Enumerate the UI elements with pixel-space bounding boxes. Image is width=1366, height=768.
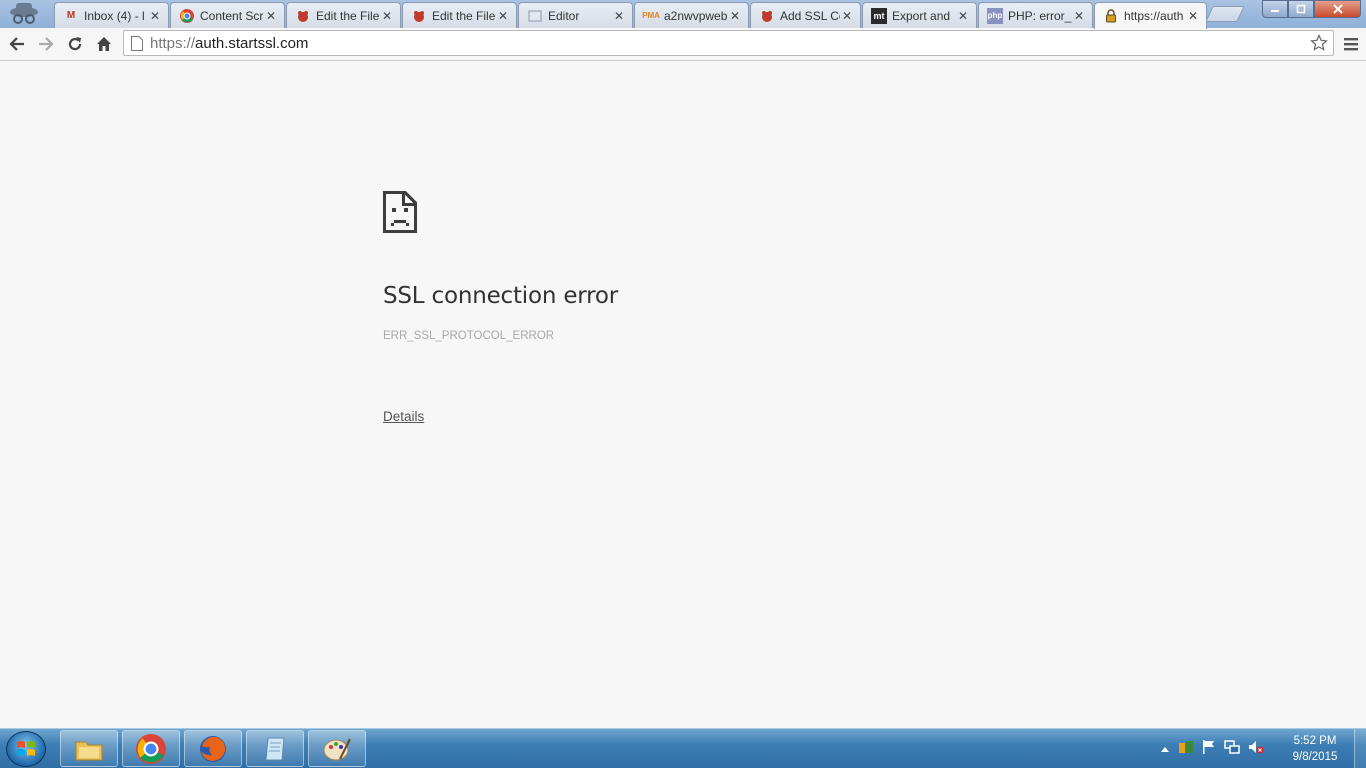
tab-strip: M Inbox (4) - l ✕ Content Scr ✕ Edit the… (0, 0, 1366, 29)
error-title: SSL connection error (383, 283, 619, 309)
tab-title: Inbox (4) - l (84, 8, 145, 23)
details-link[interactable]: Details (383, 409, 424, 424)
clock-time: 5:52 PM (1293, 735, 1337, 747)
notepad-icon (265, 737, 285, 760)
phpmyadmin-icon: PMA (642, 11, 660, 20)
volume-muted-icon[interactable] (1248, 739, 1264, 760)
network-icon[interactable] (1224, 739, 1240, 760)
incognito-icon (4, 0, 44, 26)
tab-export[interactable]: mt Export and ✕ (862, 2, 977, 28)
taskbar-notepad[interactable] (246, 730, 304, 767)
close-icon[interactable]: ✕ (148, 9, 162, 23)
windows-logo-icon (17, 741, 35, 756)
taskbar-paint[interactable] (308, 730, 366, 767)
firefox-icon (200, 735, 226, 762)
close-icon[interactable]: ✕ (728, 9, 742, 23)
php-icon: php (987, 7, 1003, 24)
window-controls (1262, 0, 1361, 18)
close-icon[interactable]: ✕ (264, 9, 278, 23)
bug-icon (295, 8, 311, 24)
tab-title: https://auth (1124, 9, 1184, 23)
window-close-button[interactable] (1314, 0, 1361, 18)
chrome-icon (136, 733, 166, 764)
arrow-left-icon (9, 37, 24, 51)
close-icon[interactable]: ✕ (956, 9, 970, 23)
tab-edit-file-2[interactable]: Edit the File ✕ (402, 2, 517, 28)
app-tray-icon[interactable] (1178, 739, 1194, 760)
tab-content-scr[interactable]: Content Scr ✕ (170, 2, 285, 28)
hamburger-menu-icon (1344, 38, 1358, 51)
show-hidden-icons-icon[interactable] (1160, 740, 1170, 758)
maximize-button[interactable] (1288, 0, 1314, 18)
close-icon[interactable]: ✕ (612, 9, 626, 23)
tab-title: Edit the File (432, 8, 496, 23)
bookmark-star-icon[interactable] (1305, 31, 1333, 55)
page-icon (124, 31, 150, 55)
url-text[interactable]: https://auth.startssl.com (150, 35, 1305, 52)
sad-document-icon (383, 191, 417, 233)
forward-button[interactable] (34, 32, 58, 56)
tab-title: Export and (892, 8, 951, 23)
tab-edit-file-1[interactable]: Edit the File ✕ (286, 2, 401, 28)
show-desktop-button[interactable] (1354, 729, 1366, 768)
system-tray (1160, 729, 1272, 768)
taskbar-file-explorer[interactable] (60, 730, 118, 767)
paint-icon (323, 738, 351, 760)
action-center-flag-icon[interactable] (1202, 739, 1216, 760)
mt-icon: mt (871, 7, 887, 24)
close-icon[interactable]: ✕ (496, 9, 510, 23)
tab-add-ssl[interactable]: Add SSL Ce ✕ (750, 2, 861, 28)
close-icon[interactable]: ✕ (1186, 9, 1200, 23)
editor-icon (527, 8, 543, 24)
tab-editor[interactable]: Editor ✕ (518, 2, 633, 28)
close-icon[interactable]: ✕ (840, 9, 854, 23)
close-icon[interactable]: ✕ (380, 9, 394, 23)
url-host: auth.startssl.com (195, 34, 309, 52)
reload-button[interactable] (63, 32, 87, 56)
new-tab-button[interactable] (1205, 6, 1245, 22)
back-button[interactable] (5, 32, 29, 56)
url-scheme: https:// (150, 34, 196, 52)
address-bar[interactable]: https://auth.startssl.com (123, 30, 1334, 56)
gmail-icon: M (66, 10, 76, 21)
taskbar-firefox[interactable] (184, 730, 242, 767)
tab-title: Editor (548, 8, 580, 23)
arrow-right-icon (39, 37, 54, 51)
taskbar-chrome[interactable] (122, 730, 180, 767)
bug-icon (411, 8, 427, 24)
file-explorer-icon (75, 741, 103, 760)
tab-gmail[interactable]: M Inbox (4) - l ✕ (54, 2, 169, 28)
chrome-menu-button[interactable] (1339, 32, 1363, 56)
reload-icon (68, 37, 82, 51)
tab-startssl-active[interactable]: https://auth ✕ (1094, 2, 1207, 29)
taskbar: 5:52 PM 9/8/2015 (0, 728, 1366, 768)
tab-title: Content Scr (200, 8, 264, 23)
tab-php-error[interactable]: php PHP: error_ ✕ (978, 2, 1093, 28)
tab-title: Add SSL Ce (780, 8, 840, 23)
close-icon[interactable]: ✕ (1072, 9, 1086, 23)
bug-icon (759, 8, 775, 24)
tab-phpmyadmin[interactable]: PMA a2nwvpweb ✕ (634, 2, 749, 28)
error-page: SSL connection error ERR_SSL_PROTOCOL_ER… (0, 62, 1366, 728)
error-code: ERR_SSL_PROTOCOL_ERROR (383, 330, 555, 342)
taskbar-clock[interactable]: 5:52 PM 9/8/2015 (1284, 733, 1346, 765)
tab-title: PHP: error_ (1008, 8, 1072, 23)
start-button[interactable] (6, 731, 46, 767)
minimize-button[interactable] (1262, 0, 1288, 18)
browser-toolbar: https://auth.startssl.com (0, 28, 1366, 61)
clock-date: 9/8/2015 (1292, 751, 1338, 763)
lock-icon (1103, 8, 1119, 24)
tab-title: a2nwvpweb (664, 8, 728, 23)
chrome-icon (179, 8, 195, 24)
tab-title: Edit the File (316, 8, 380, 23)
home-button[interactable] (92, 32, 116, 56)
home-icon (97, 37, 111, 51)
